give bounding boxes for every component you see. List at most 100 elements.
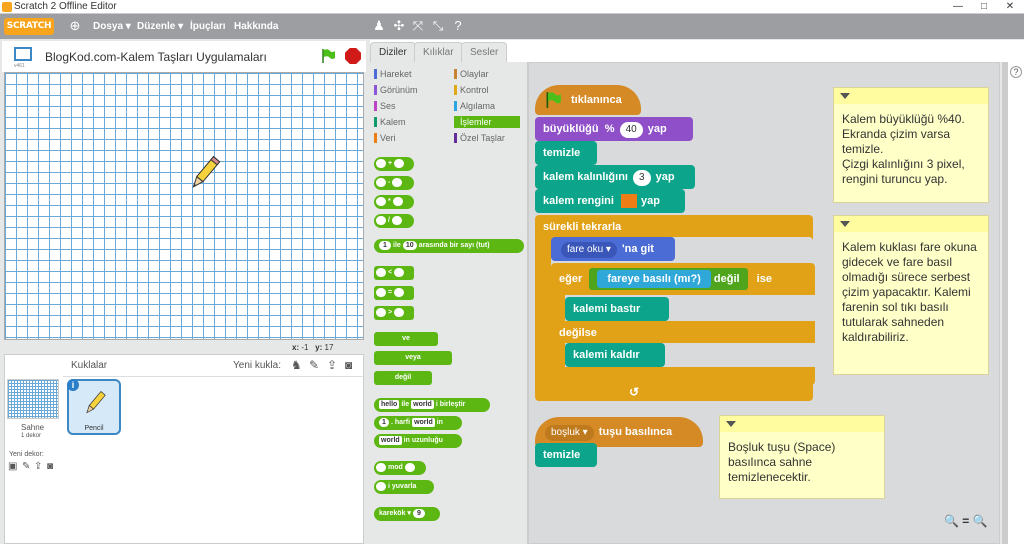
category-1[interactable]: Olaylar [454,68,489,80]
category-5[interactable]: Algılama [454,100,495,112]
not-operator[interactable]: fareye basılı (mı?) değil [589,268,748,290]
pencil-thumbnail-icon [86,391,106,414]
category-4[interactable]: Ses [374,100,396,112]
block-or[interactable]: veya [374,351,452,365]
when-flag-clicked-block[interactable]: tıklanınca [535,85,641,115]
green-flag-icon[interactable] [320,48,336,64]
clear-block-2[interactable]: temizle [535,443,597,467]
fullscreen-icon[interactable] [14,47,32,61]
editor-tabs: Diziler Kılıklar Sesler [370,40,1024,62]
menu-edit[interactable]: Düzenle ▾ [137,14,183,39]
close-button[interactable]: ✕ [1000,0,1020,14]
block-equals[interactable]: = [374,286,414,300]
block-length-of[interactable]: world in uzunluğu [374,434,462,448]
globe-icon[interactable]: ⊕ [68,19,82,33]
block-sqrt[interactable]: karekök ▾ 9 [374,507,440,521]
script-area[interactable]: tıklanınca büyüklüğü % 40 yap temizle ka… [528,62,1000,544]
block-subtract[interactable]: - [374,176,414,190]
block-join[interactable]: hello ile world i birleştir [374,398,490,412]
help-icon[interactable]: ? [1010,66,1022,78]
pen-size-input[interactable]: 3 [633,170,651,186]
key-dropdown[interactable]: boşluk ▾ [545,425,594,441]
scratch-logo[interactable]: SCRATCH [4,18,54,35]
tab-costumes[interactable]: Kılıklar [414,42,463,62]
stop-icon[interactable] [345,48,361,64]
menu-tips[interactable]: İpuçları [190,14,226,39]
loop-arrow-icon: ↺ [629,385,640,399]
block-less-than[interactable]: < [374,266,414,280]
pen-down-block[interactable]: kalemi bastır [565,297,669,321]
camera-sprite-icon[interactable]: ◙ [345,358,359,372]
paint-backdrop-icon[interactable]: ✎ [22,461,30,472]
tab-sounds[interactable]: Sesler [461,42,508,62]
sprites-label: Kuklalar [71,360,108,371]
clear-block[interactable]: temizle [535,141,597,165]
stage-header: v461 BlogKod.com-Kalem Taşları Uygulamal… [2,41,366,72]
go-to-mouse-block[interactable]: fare oku ▾ 'na git [551,237,675,261]
mouse-down-sensing[interactable]: fareye basılı (mı?) [597,270,711,288]
green-flag-icon [546,92,561,108]
size-input[interactable]: 40 [619,122,643,138]
delete-icon[interactable]: ✣ [392,19,406,33]
collapse-icon[interactable] [840,221,850,227]
block-not[interactable]: değil [374,371,432,385]
paint-sprite-icon[interactable]: ✎ [309,358,323,372]
pencil-sprite[interactable] [185,153,225,193]
if-else-header: eğer fareye basılı (mı?) değil ise [551,267,811,291]
block-mod[interactable]: mod [374,461,426,475]
camera-backdrop-icon[interactable]: ◙ [47,461,53,472]
comment-note-1[interactable]: Kalem büyüklüğü %40. Ekranda çizim varsa… [833,87,989,203]
minimize-button[interactable]: — [948,0,968,14]
block-add[interactable]: + [374,157,414,171]
comment-note-3[interactable]: Boşluk tuşu (Space) basılınca sahne temi… [719,415,885,499]
comment-note-2[interactable]: Kalem kuklası fare okuna gidecek ve fare… [833,215,989,375]
choose-sprite-icon[interactable]: ♞ [291,358,305,372]
sprites-pane: Kuklalar Yeni kukla: ♞ ✎ ⇪ ◙ Sahne 1 dek… [4,354,364,544]
block-multiply[interactable]: * [374,195,414,209]
category-6[interactable]: Kalem [374,116,406,128]
set-pen-size-block[interactable]: kalem kalınlığını 3 yap [535,165,695,189]
block-random[interactable]: 1 ile 10 arasında bir sayı (tut) [374,239,524,253]
menu-about[interactable]: Hakkında [234,14,278,39]
category-7[interactable]: İşlemler [454,116,520,128]
set-pen-color-block[interactable]: kalem rengini yap [535,189,685,213]
block-greater-than[interactable]: > [374,306,414,320]
stage-canvas[interactable] [4,72,364,340]
zoom-controls[interactable]: 🔍 = 🔍 [944,514,988,528]
category-2[interactable]: Görünüm [374,84,418,96]
menu-file[interactable]: Dosya ▾ [93,14,131,39]
project-title[interactable]: BlogKod.com-Kalem Taşları Uygulamaları [45,50,267,64]
collapse-icon[interactable] [840,93,850,99]
app-icon [2,2,12,12]
shrink-icon[interactable]: ⤡ [431,19,445,33]
mouse-coordinates: x: -1 y: 17 [292,343,334,352]
goto-target-dropdown[interactable]: fare oku ▾ [561,242,617,258]
grow-icon[interactable]: ⤧ [411,19,425,33]
block-and[interactable]: ve [374,332,438,346]
version-label: v461 [14,63,25,69]
tab-scripts[interactable]: Diziler [370,42,416,62]
menu-bar: SCRATCH ⊕ Dosya ▾ Düzenle ▾ İpuçları Hak… [0,14,1024,39]
set-size-block[interactable]: büyüklüğü % 40 yap [535,117,693,141]
category-3[interactable]: Kontrol [454,84,489,96]
info-icon[interactable]: i [67,379,79,391]
duplicate-icon[interactable]: ♟ [372,19,386,33]
choose-backdrop-icon[interactable]: ▣ [8,461,17,472]
help-icon[interactable]: ? [451,19,465,33]
block-letter-of[interactable]: 1. harfi world in [374,416,462,430]
maximize-button[interactable]: □ [974,0,994,14]
category-9[interactable]: Özel Taşlar [454,132,505,144]
block-round[interactable]: i yuvarla [374,480,434,494]
category-0[interactable]: Hareket [374,68,412,80]
stage-thumbnail[interactable] [7,379,59,419]
new-sprite-label: Yeni kukla: [233,360,281,371]
pen-up-block[interactable]: kalemi kaldır [565,343,665,367]
pen-color-swatch[interactable] [620,194,637,209]
sprite-thumbnail[interactable]: i Pencil [67,379,121,435]
collapse-icon[interactable] [726,421,736,427]
upload-sprite-icon[interactable]: ⇪ [327,358,341,372]
category-8[interactable]: Veri [374,132,396,144]
upload-backdrop-icon[interactable]: ⇪ [34,461,42,472]
block-divide[interactable]: / [374,214,414,228]
forever-label: sürekli tekrarla [543,221,622,233]
